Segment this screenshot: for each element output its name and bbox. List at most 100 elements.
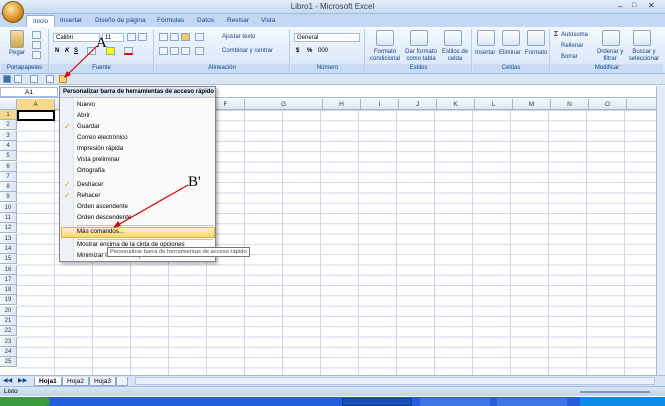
align-center-icon[interactable]: [170, 47, 179, 55]
clear-button[interactable]: Borrar: [561, 54, 578, 61]
row-header[interactable]: 22: [0, 326, 17, 337]
menu-item-orden-desc[interactable]: Orden descendente: [77, 213, 131, 223]
copy-icon[interactable]: [32, 41, 41, 49]
menu-item-guardar[interactable]: Guardar: [77, 122, 100, 132]
menu-item-deshacer[interactable]: Deshacer: [77, 180, 103, 190]
row-header[interactable]: 6: [0, 161, 17, 172]
insert-sheet-tab[interactable]: [116, 377, 128, 386]
row-header[interactable]: 17: [0, 274, 17, 285]
align-bottom-icon[interactable]: [181, 33, 190, 41]
format-painter-icon[interactable]: [32, 51, 41, 59]
column-header-k[interactable]: K: [437, 99, 475, 110]
paste-button[interactable]: Pegar: [9, 50, 25, 57]
row-header[interactable]: 21: [0, 316, 17, 326]
insert-button[interactable]: Insertar: [475, 50, 495, 57]
row-header[interactable]: 24: [0, 346, 17, 357]
active-cell[interactable]: [17, 110, 55, 121]
tab-datos[interactable]: Datos: [197, 15, 214, 27]
menu-item-abrir[interactable]: Abrir: [77, 111, 90, 121]
taskbar-window-2[interactable]: [420, 398, 490, 406]
row-header[interactable]: 20: [0, 305, 17, 316]
cell-styles-button[interactable]: Estilos de celda: [440, 49, 470, 63]
format-button[interactable]: Formato: [525, 50, 547, 57]
orientation-icon[interactable]: [195, 33, 204, 41]
select-all-corner[interactable]: [0, 99, 17, 110]
row-header[interactable]: 11: [0, 213, 17, 223]
row-header[interactable]: 14: [0, 243, 17, 254]
column-header-m[interactable]: M: [513, 99, 551, 110]
autosum-button[interactable]: Autosuma: [561, 32, 588, 39]
tab-formulas[interactable]: Fórmulas: [157, 15, 184, 27]
menu-item-ortografia[interactable]: Ortografía: [77, 166, 105, 176]
sort-filter-icon[interactable]: [602, 30, 620, 46]
italic-button[interactable]: K: [65, 48, 69, 55]
menu-item-orden-asc[interactable]: Orden ascendente: [77, 202, 128, 212]
column-header-h[interactable]: H: [323, 99, 361, 110]
align-left-icon[interactable]: [159, 47, 168, 55]
office-button[interactable]: [2, 1, 24, 23]
align-middle-icon[interactable]: [170, 33, 179, 41]
menu-item-nuevo[interactable]: Nuevo: [77, 100, 95, 110]
cut-icon[interactable]: [32, 31, 41, 39]
font-color-icon[interactable]: [124, 47, 133, 55]
column-header-l[interactable]: L: [475, 99, 513, 110]
format-cells-icon[interactable]: [527, 30, 545, 46]
align-right-icon[interactable]: [181, 47, 190, 55]
horizontal-scrollbar[interactable]: [135, 377, 655, 385]
conditional-format-button[interactable]: Formato condicional: [368, 49, 402, 63]
save-icon[interactable]: [3, 75, 11, 83]
start-button[interactable]: [0, 397, 50, 406]
row-header[interactable]: 1: [0, 110, 17, 120]
wrap-text-button[interactable]: Ajustar texto: [222, 34, 255, 41]
print-icon[interactable]: [46, 75, 54, 83]
thousands-button[interactable]: 000: [318, 48, 328, 55]
menu-item-impresion[interactable]: Impresión rápida: [77, 144, 123, 154]
tab-revisar[interactable]: Revisar: [227, 15, 249, 27]
undo-icon[interactable]: [14, 75, 22, 83]
find-select-icon[interactable]: [633, 30, 651, 46]
column-header-n[interactable]: N: [551, 99, 589, 110]
tab-insertar[interactable]: Insertar: [60, 15, 82, 27]
zoom-slider[interactable]: [580, 391, 650, 393]
taskbar-window-excel[interactable]: [342, 398, 412, 406]
currency-button[interactable]: $: [296, 48, 299, 55]
borders-icon[interactable]: [87, 47, 96, 55]
column-header-g[interactable]: G: [245, 99, 323, 110]
delete-cells-icon[interactable]: [502, 30, 520, 46]
customize-qat-icon[interactable]: [59, 75, 67, 83]
number-format-combo[interactable]: General: [294, 33, 360, 42]
paste-icon[interactable]: [10, 30, 24, 48]
column-header-o[interactable]: O: [589, 99, 627, 110]
bold-button[interactable]: N: [55, 48, 59, 55]
minimize-icon[interactable]: –: [618, 2, 622, 11]
cell-styles-icon[interactable]: [444, 30, 462, 46]
row-header[interactable]: 13: [0, 233, 17, 244]
close-icon[interactable]: ✕: [648, 1, 655, 10]
row-header[interactable]: 7: [0, 171, 17, 182]
column-header-j[interactable]: J: [399, 99, 437, 110]
row-header[interactable]: 9: [0, 192, 17, 203]
tab-inicio[interactable]: Inicio: [26, 15, 56, 27]
tab-vista[interactable]: Vista: [261, 15, 275, 27]
conditional-format-icon[interactable]: [376, 30, 394, 46]
sheet-tab-hoja1[interactable]: Hoja1: [34, 377, 62, 386]
row-header[interactable]: 10: [0, 202, 17, 213]
row-header[interactable]: 8: [0, 182, 17, 193]
menu-item-rehacer[interactable]: Rehacer: [77, 191, 100, 201]
row-header[interactable]: 15: [0, 254, 17, 265]
row-header[interactable]: 16: [0, 264, 17, 275]
row-header[interactable]: 23: [0, 336, 17, 347]
maximize-icon[interactable]: □: [632, 2, 636, 9]
column-header-i[interactable]: I: [361, 99, 399, 110]
column-header-a[interactable]: A: [17, 99, 55, 110]
underline-button[interactable]: S: [74, 48, 78, 55]
row-header[interactable]: 4: [0, 140, 17, 151]
tab-diseno[interactable]: Diseño de página: [95, 15, 146, 27]
font-name-combo[interactable]: Calibri: [53, 33, 100, 42]
menu-item-correo[interactable]: Correo electrónico: [77, 133, 128, 143]
find-select-button[interactable]: Buscar y seleccionar: [627, 49, 661, 63]
redo-icon[interactable]: [30, 75, 38, 83]
taskbar-window-3[interactable]: [497, 398, 567, 406]
first-sheet-icon[interactable]: ◀◀: [3, 377, 12, 384]
align-top-icon[interactable]: [159, 33, 168, 41]
